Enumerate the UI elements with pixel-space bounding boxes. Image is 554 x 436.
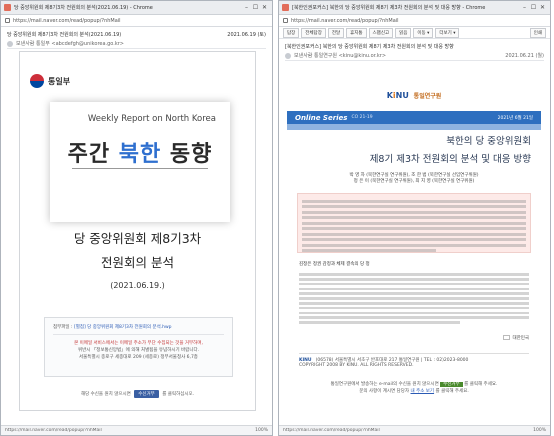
report-date: (2021.06.19.) bbox=[110, 281, 165, 290]
trash-button[interactable]: 휴지통 bbox=[346, 27, 367, 38]
report-title-line2: 전원회의 분석 bbox=[101, 255, 174, 270]
attachment-link[interactable]: [별첨] 당 중앙위원회 제8기3차 전원회의 분석.hwp bbox=[74, 325, 172, 330]
series-date: 2021년 6월 21일 bbox=[497, 115, 533, 121]
maximize-icon[interactable]: ☐ bbox=[251, 4, 260, 11]
newsletter-body: KiNU 통일연구원 Online Series CO 21-19 2021년 … bbox=[287, 73, 541, 413]
kinu-logo: KiNU 통일연구원 bbox=[386, 91, 442, 100]
contact-link[interactable]: 내 주소 보기 bbox=[411, 389, 435, 394]
unsubscribe-row: 해당 수신을 원치 않으시면 수신거부 를 클릭하십시오. bbox=[20, 390, 255, 398]
unsubscribe-block: 통일연구원에서 발송하는 e-mail의 수신을 원치 않으시면 수신거부 를 … bbox=[287, 381, 541, 395]
authors: 박 영 자 (북한연구실 연구위원), 조 한 범 (북한연구실 선임연구위원)… bbox=[287, 173, 541, 185]
sender-label: 보낸사람 bbox=[294, 53, 313, 59]
series-title: Online Series bbox=[295, 113, 348, 122]
unsubscribe-text: 해당 수신을 원치 않으시면 bbox=[80, 392, 131, 397]
close-icon[interactable]: ✕ bbox=[538, 4, 547, 11]
korea-flag-icon bbox=[503, 335, 511, 340]
address-bar[interactable]: https://mail.naver.com/read/popup/?nhMai… bbox=[1, 15, 272, 27]
window-titlebar[interactable]: [북한인권포커스] 북한의 당 중앙위원회 제8기 제3차 전원회의 분석 및 … bbox=[279, 1, 550, 15]
mail-header: 당 중앙위원회 제8기3차 전원회의 분석(2021.06.19) 2021.0… bbox=[1, 27, 272, 49]
report-cover: Weekly Report on North Korea 주간 북한 동향 bbox=[50, 102, 230, 222]
contact-text: 문의 사항이 계시면 담당자 bbox=[359, 389, 410, 394]
url-text: https://mail.naver.com/read/popup/?nhMai… bbox=[291, 17, 399, 24]
mail-header: [북한인권포커스] 북한의 당 중앙위원회 제8기 제3차 전원회의 분석 및 … bbox=[279, 39, 550, 61]
sender-avatar bbox=[7, 40, 13, 47]
window-title: [북한인권포커스] 북한의 당 중앙위원회 제8기 제3차 전원회의 분석 및 … bbox=[292, 5, 486, 11]
more-dropdown[interactable]: 더보기 ▾ bbox=[435, 27, 460, 38]
kinu-name: 통일연구원 bbox=[413, 93, 442, 100]
banner-stripe bbox=[287, 124, 541, 130]
maximize-icon[interactable]: ☐ bbox=[529, 4, 538, 11]
forward-button[interactable]: 전달 bbox=[327, 27, 345, 38]
series-banner: Online Series CO 21-19 2021년 6월 21일 bbox=[287, 111, 541, 124]
zoom-level[interactable]: 100% bbox=[533, 428, 546, 433]
info-line-2: 위반시 「정보통신망법」에 의해 처벌됨을 유념하시기 바랍니다. bbox=[77, 348, 200, 353]
headline-line2: 제8기 제3차 전원회의 분석 및 대응 방향 bbox=[369, 154, 531, 165]
cover-korean-title: 주간 북한 동향 bbox=[67, 142, 213, 167]
minimize-icon[interactable]: – bbox=[520, 4, 529, 11]
flag-badge: 대한민국 bbox=[503, 335, 529, 341]
lock-icon bbox=[5, 18, 10, 23]
contact-text-tail: 를 클릭해 주세요. bbox=[435, 389, 469, 394]
window-title: 당 중앙위원회 제8기3차 전원회의 분석(2021.06.19) - Chro… bbox=[14, 5, 153, 11]
status-url: https://mail.naver.com/read/popup/?nhMai… bbox=[5, 428, 102, 433]
info-line-1: 본 이메일 서비스에서는 이메일 주소가 무단 수집되는 것을 거부하며, bbox=[74, 341, 203, 346]
mail-date: 2021.06.21 (월) bbox=[505, 53, 544, 59]
mail-window-kinu: [북한인권포커스] 북한의 당 중앙위원회 제8기 제3차 전원회의 분석 및 … bbox=[278, 0, 551, 436]
attachment-info-box: 첨부파일 : [별첨] 당 중앙위원회 제8기3차 전원회의 분석.hwp 본 … bbox=[44, 317, 233, 377]
close-icon[interactable]: ✕ bbox=[260, 4, 269, 11]
abstract-box bbox=[297, 193, 531, 253]
footer-copyright: COPYRIGHT 2008 BY KINU. ALL RIGHTS RESER… bbox=[299, 363, 414, 368]
sender-address: <abcdefgh@unikorea.go.kr> bbox=[51, 40, 124, 47]
taegeuk-logo-icon bbox=[30, 74, 44, 88]
newsletter-body: 통일부 Weekly Report on North Korea 주간 북한 동… bbox=[19, 51, 256, 411]
sender-name[interactable]: 통일부 bbox=[36, 40, 50, 47]
mail-window-unification-ministry: 당 중앙위원회 제8기3차 전원회의 분석(2021.06.19) - Chro… bbox=[0, 0, 273, 436]
attachment-row: 첨부파일 : [별첨] 당 중앙위원회 제8기3차 전원회의 분석.hwp bbox=[53, 324, 224, 335]
mail-subject: [북한인권포커스] 북한의 당 중앙위원회 제8기 제3차 전원회의 분석 및 … bbox=[285, 43, 454, 50]
section-heading: 김정은 정권 감정과 체제 결속의 당 정 bbox=[299, 262, 370, 267]
unsubscribe-text-tail: 를 클릭하십시오. bbox=[162, 392, 195, 397]
status-bar: https://mail.naver.com/read/popup/?nhMai… bbox=[1, 425, 272, 435]
series-code: CO 21-19 bbox=[351, 115, 373, 120]
spam-report-button[interactable]: 스팸신고 bbox=[368, 27, 394, 38]
reply-all-button[interactable]: 전체답장 bbox=[301, 27, 326, 38]
sender-address: <kinu@kinu.or.kr> bbox=[338, 52, 387, 59]
unsubscribe-text-tail: 를 클릭해 주세요. bbox=[464, 382, 498, 387]
sender-avatar bbox=[285, 52, 291, 59]
cover-divider bbox=[72, 168, 208, 169]
window-titlebar[interactable]: 당 중앙위원회 제8기3차 전원회의 분석(2021.06.19) - Chro… bbox=[1, 1, 272, 15]
mail-subject: 당 중앙위원회 제8기3차 전원회의 분석(2021.06.19) bbox=[7, 31, 122, 38]
url-text: https://mail.naver.com/read/popup/?nhMai… bbox=[13, 17, 121, 24]
info-line-3: 서울특별시 종로구 세종대로 209 (세종로) 정부서울청사 6,7층 bbox=[79, 355, 198, 360]
mail-app-icon bbox=[282, 4, 289, 11]
authors-line2: 정 은 이 (북한연구실 연구위원), 최 지 영 (북한연구실 연구위원) bbox=[353, 179, 475, 184]
ministry-name: 통일부 bbox=[48, 76, 71, 86]
mail-date: 2021.06.19 (토) bbox=[227, 31, 266, 38]
minimize-icon[interactable]: – bbox=[242, 4, 251, 11]
unsubscribe-button[interactable]: 수신거부 bbox=[134, 390, 159, 398]
address-bar[interactable]: https://mail.naver.com/read/popup/?nhMai… bbox=[279, 15, 550, 27]
unsubscribe-text: 통일연구원에서 발송하는 e-mail의 수신을 원치 않으시면 bbox=[330, 382, 439, 387]
zoom-level[interactable]: 100% bbox=[255, 428, 268, 433]
cover-english-title: Weekly Report on North Korea bbox=[87, 114, 216, 124]
flag-label: 대한민국 bbox=[512, 336, 529, 341]
unsubscribe-button[interactable]: 수신거부 bbox=[440, 382, 463, 387]
status-bar: https://mail.naver.com/read/popup/?nhMai… bbox=[279, 425, 550, 435]
report-title-line1: 당 중앙위원회 제8기3차 bbox=[73, 231, 202, 246]
ministry-logo: 통일부 bbox=[30, 74, 70, 88]
newsletter-footer: KINU (06578) 서울특별시 서초구 반포대로 217 통일연구원 | T… bbox=[299, 353, 529, 375]
move-dropdown[interactable]: 이동 ▾ bbox=[413, 27, 434, 38]
mark-read-button[interactable]: 읽음 bbox=[395, 27, 412, 38]
reply-button[interactable]: 답장 bbox=[283, 27, 300, 38]
sender-label: 보낸사람 bbox=[16, 41, 35, 47]
headline-line1: 북한의 당 중앙위원회 bbox=[446, 136, 531, 147]
lock-icon bbox=[283, 18, 288, 23]
body-paragraph bbox=[299, 271, 529, 326]
mail-app-icon bbox=[4, 4, 11, 11]
attachment-label: 첨부파일 : bbox=[53, 325, 73, 330]
print-button[interactable]: 인쇄 bbox=[529, 27, 546, 38]
sender-name[interactable]: 통일연구원 bbox=[314, 52, 337, 59]
status-url: https://mail.naver.com/read/popup/?nhMai… bbox=[283, 428, 380, 433]
mail-toolbar: 답장 전체답장 전달 휴지통 스팸신고 읽음 이동 ▾ 더보기 ▾ 인쇄 bbox=[279, 27, 550, 39]
